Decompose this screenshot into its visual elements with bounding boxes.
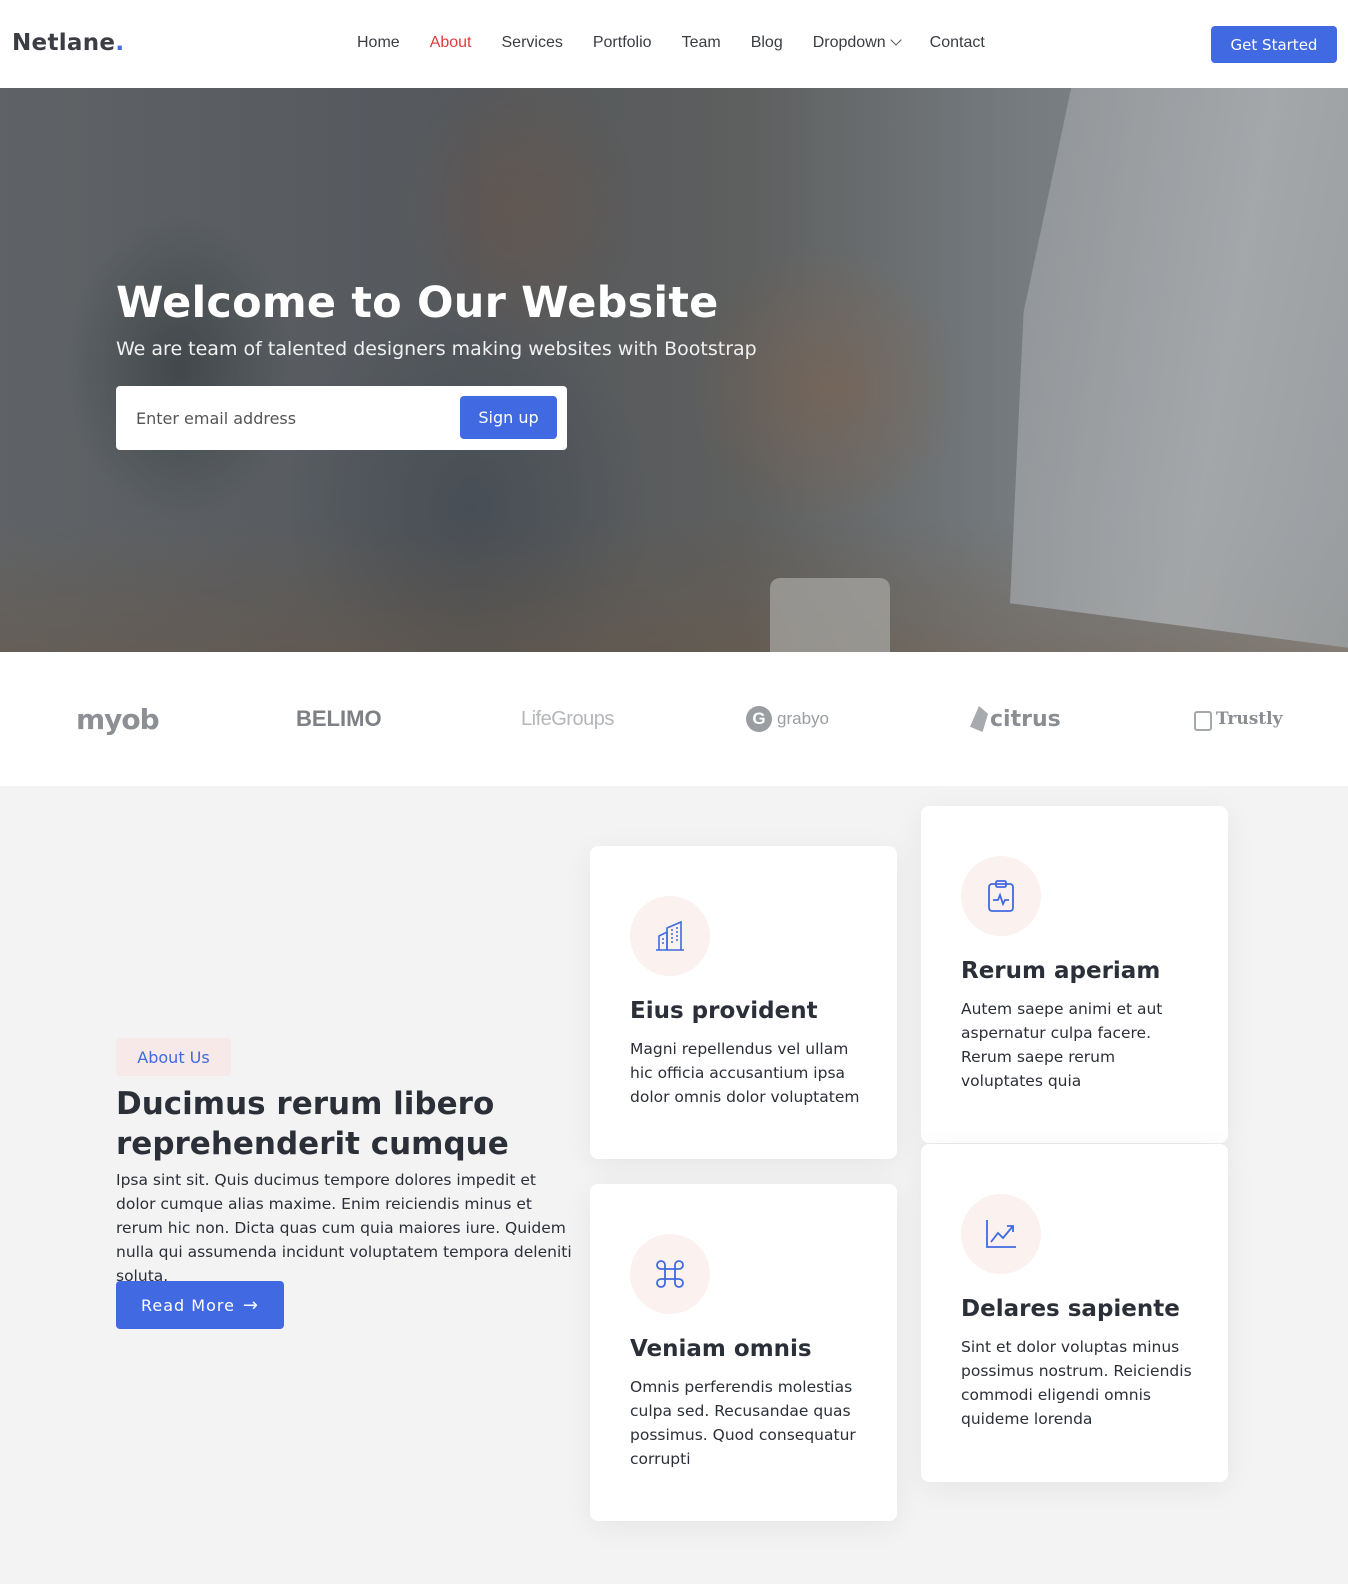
card-text: Sint et dolor voluptas minus possimus no… bbox=[961, 1338, 1192, 1428]
client-logo-myob[interactable]: myob bbox=[76, 652, 160, 786]
signup-form: Sign up bbox=[116, 386, 567, 450]
graph-up-icon bbox=[961, 1194, 1041, 1274]
card-title: Rerum aperiam bbox=[961, 958, 1161, 984]
read-more-button[interactable]: Read More → bbox=[116, 1281, 284, 1329]
nav-team[interactable]: Team bbox=[682, 34, 721, 52]
hero-subtitle: We are team of talented designers making… bbox=[116, 338, 757, 360]
hero-title: Welcome to Our Website bbox=[116, 278, 719, 328]
client-logo-belimo[interactable]: BELIMO bbox=[296, 652, 382, 786]
feature-card-veniam: Veniam omnis Omnis perferendis molestias… bbox=[590, 1184, 897, 1521]
client-logo-grabyo[interactable]: Ggrabyo bbox=[746, 652, 829, 786]
nav-dropdown-label: Dropdown bbox=[812, 34, 886, 51]
logo[interactable]: Netlane. bbox=[12, 30, 124, 56]
about-text: Ipsa sint sit. Quis ducimus tempore dolo… bbox=[116, 1171, 572, 1285]
read-more-label: Read More bbox=[140, 1295, 235, 1315]
feature-card-delares: Delares sapiente Sint et dolor voluptas … bbox=[921, 1144, 1228, 1482]
card-title: Veniam omnis bbox=[630, 1336, 812, 1362]
citrus-leaf-icon bbox=[970, 706, 988, 732]
site-header: Netlane. Home About Services Portfolio T… bbox=[0, 0, 1348, 88]
client-logo-trustly[interactable]: Trustly bbox=[1194, 652, 1283, 786]
nav-blog[interactable]: Blog bbox=[751, 34, 783, 52]
nav-portfolio[interactable]: Portfolio bbox=[593, 34, 652, 52]
nav-services[interactable]: Services bbox=[502, 34, 563, 52]
hero-overlay bbox=[0, 88, 1348, 652]
card-text: Magni repellendus vel ullam hic officia … bbox=[630, 1040, 860, 1106]
card-text: Omnis perferendis molestias culpa sed. R… bbox=[630, 1378, 856, 1468]
email-input[interactable] bbox=[136, 404, 436, 432]
chevron-down-icon bbox=[889, 34, 902, 46]
card-text: Autem saepe animi et aut aspernatur culp… bbox=[961, 1000, 1163, 1090]
card-title: Eius provident bbox=[630, 998, 818, 1024]
nav-dropdown[interactable]: Dropdown bbox=[812, 34, 902, 52]
clipboard-pulse-icon bbox=[961, 856, 1041, 936]
hero-section bbox=[0, 88, 1348, 652]
about-title: Ducimus rerum libero reprehenderit cumqu… bbox=[116, 1086, 509, 1162]
feature-card-eius: Eius provident Magni repellendus vel ull… bbox=[590, 846, 897, 1159]
card-title: Delares sapiente bbox=[961, 1296, 1180, 1322]
nav-about[interactable]: About bbox=[430, 34, 472, 52]
nav-contact[interactable]: Contact bbox=[930, 34, 985, 52]
feature-card-rerum: Rerum aperiam Autem saepe animi et aut a… bbox=[921, 806, 1228, 1143]
client-logo-lifegroups[interactable]: LifeGroups bbox=[521, 652, 614, 786]
about-badge: About Us bbox=[116, 1038, 231, 1076]
get-started-button[interactable]: Get Started bbox=[1211, 26, 1337, 63]
nav-home[interactable]: Home bbox=[357, 34, 400, 52]
command-icon bbox=[630, 1234, 710, 1314]
arrow-right-icon: → bbox=[242, 1294, 260, 1316]
main-nav: Home About Services Portfolio Team Blog … bbox=[357, 34, 1015, 52]
lock-icon bbox=[1194, 711, 1212, 731]
grabyo-mark-icon: G bbox=[746, 706, 772, 732]
client-logo-citrus[interactable]: citrus bbox=[970, 652, 1061, 786]
building-icon bbox=[630, 896, 710, 976]
clients-section: myob BELIMO LifeGroups Ggrabyo citrus Tr… bbox=[0, 652, 1348, 786]
signup-button[interactable]: Sign up bbox=[460, 396, 557, 439]
